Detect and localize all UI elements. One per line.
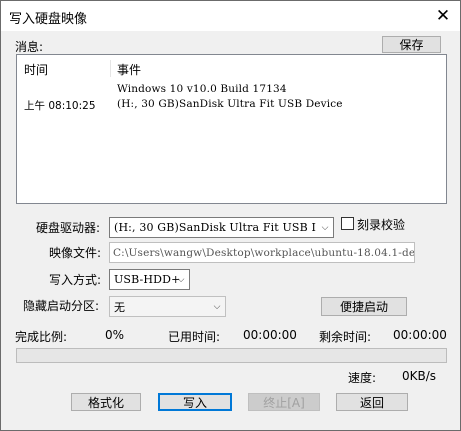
messages-label: 消息:	[15, 40, 44, 54]
hidden-partition-value: 无	[114, 300, 125, 314]
image-file-path: C:\Users\wangw\Desktop\workplace\ubuntu-…	[113, 246, 415, 259]
write-method-value: USB-HDD+	[114, 273, 181, 286]
write-method-label: 写入方式:	[49, 273, 102, 287]
complete-label: 完成比例:	[15, 330, 68, 344]
elapsed-value: 00:00:00	[243, 328, 297, 342]
log-row-time: 上午 08:10:25	[24, 100, 96, 112]
title-bar[interactable]: 写入硬盘映像 ✕	[1, 1, 460, 31]
write-button[interactable]: 写入	[158, 393, 232, 411]
log-row-event: Windows 10 v10.0 Build 17134	[117, 83, 287, 95]
drive-select-value: (H:, 30 GB)SanDisk Ultra Fit USB I	[114, 221, 316, 234]
format-button-label: 格式化	[87, 395, 124, 410]
complete-value: 0%	[105, 328, 125, 342]
stop-button-label: 终止[A]	[263, 395, 305, 410]
image-file-field[interactable]: C:\Users\wangw\Desktop\workplace\ubuntu-…	[109, 242, 415, 263]
close-button[interactable]: ✕	[426, 1, 460, 31]
remaining-value: 00:00:00	[393, 328, 447, 342]
chevron-down-icon: ⌵	[321, 222, 329, 233]
drive-select[interactable]: (H:, 30 GB)SanDisk Ultra Fit USB I ⌵	[109, 217, 334, 238]
write-progress-bar	[16, 348, 447, 363]
save-button-label: 保存	[399, 38, 424, 52]
image-file-label: 映像文件:	[49, 246, 102, 260]
log-row-event: (H:, 30 GB)SanDisk Ultra Fit USB Device	[117, 98, 343, 110]
format-button[interactable]: 格式化	[71, 393, 141, 411]
quick-boot-button-label: 便捷启动	[339, 300, 388, 314]
column-header-time[interactable]: 时间	[24, 61, 48, 78]
verify-checkbox[interactable]	[341, 217, 354, 230]
window-title: 写入硬盘映像	[9, 12, 88, 27]
verify-label[interactable]: 刻录校验	[357, 216, 405, 233]
chevron-down-icon: ⌵	[213, 301, 221, 312]
column-divider[interactable]	[110, 60, 111, 77]
remaining-label: 剩余时间:	[319, 330, 372, 344]
write-method-select[interactable]: USB-HDD+ ⌵	[109, 269, 190, 290]
write-disk-image-dialog: 写入硬盘映像 ✕ 消息: 保存 时间 事件 Windows 10 v10.0 B…	[0, 0, 461, 431]
hidden-partition-label: 隐藏启动分区:	[23, 299, 100, 313]
drive-label: 硬盘驱动器:	[36, 221, 101, 235]
column-header-event[interactable]: 事件	[117, 61, 141, 78]
hidden-partition-select[interactable]: 无 ⌵	[109, 296, 226, 317]
stop-button[interactable]: 终止[A]	[248, 393, 320, 411]
close-icon: ✕	[435, 6, 451, 26]
speed-value: 0KB/s	[402, 369, 437, 383]
write-button-label: 写入	[182, 395, 207, 410]
message-log[interactable]: 时间 事件 Windows 10 v10.0 Build 17134 上午 08…	[16, 54, 447, 204]
quick-boot-button[interactable]: 便捷启动	[321, 297, 407, 316]
elapsed-label: 已用时间:	[168, 330, 221, 344]
back-button-label: 返回	[359, 395, 384, 410]
chevron-down-icon: ⌵	[177, 274, 185, 285]
save-button[interactable]: 保存	[382, 36, 441, 53]
speed-label: 速度:	[348, 371, 377, 385]
back-button[interactable]: 返回	[336, 393, 408, 411]
